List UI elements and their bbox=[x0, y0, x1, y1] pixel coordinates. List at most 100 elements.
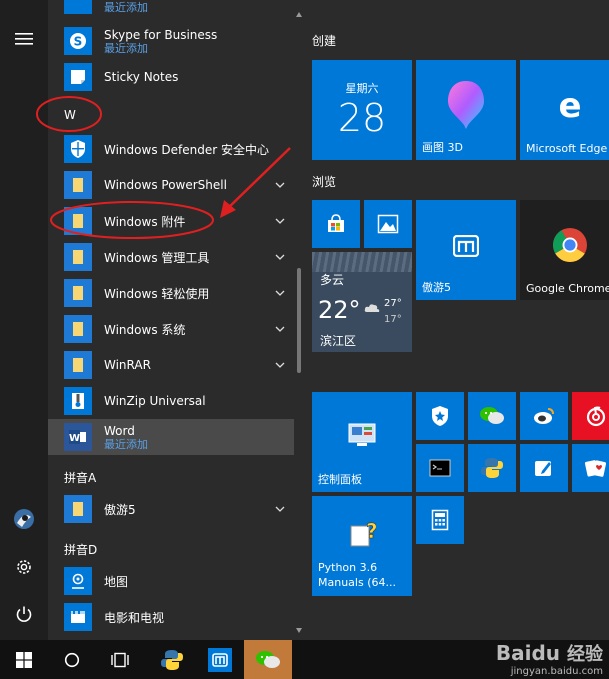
section-header-pinyin-a[interactable]: 拼音A bbox=[64, 469, 96, 486]
app-item-skype[interactable]: S Skype for Business 最近添加 bbox=[48, 23, 294, 59]
task-view-icon[interactable] bbox=[96, 640, 144, 679]
app-item-partial[interactable]: 最近添加 bbox=[48, 0, 294, 18]
app-item-windows-system[interactable]: Windows 系统 bbox=[48, 311, 294, 347]
chevron-down-icon[interactable] bbox=[274, 179, 286, 191]
wechat-taskbar-icon[interactable] bbox=[244, 640, 292, 679]
winzip-icon bbox=[64, 387, 92, 415]
app-item-sticky-notes[interactable]: Sticky Notes bbox=[48, 59, 294, 95]
wechat-icon bbox=[468, 392, 516, 440]
calendar-day: 28 bbox=[337, 96, 387, 140]
app-item-defender[interactable]: Windows Defender 安全中心 bbox=[48, 131, 294, 167]
tile-control-panel[interactable]: 控制面板 bbox=[312, 392, 412, 492]
group-title-create[interactable]: 创建 bbox=[312, 32, 336, 49]
tile-edge[interactable]: e Microsoft Edge bbox=[520, 60, 609, 160]
app-name: Windows 轻松使用 bbox=[104, 286, 210, 301]
app-list[interactable]: 最近添加 S Skype for Business 最近添加 Sticky No… bbox=[48, 0, 294, 640]
settings-icon[interactable] bbox=[0, 545, 48, 589]
folder-icon bbox=[64, 495, 92, 523]
chevron-down-icon[interactable] bbox=[274, 359, 286, 371]
app-name: Word bbox=[104, 423, 135, 438]
tile-store[interactable] bbox=[312, 200, 360, 248]
app-partial-icon bbox=[64, 0, 92, 14]
app-name: Windows Defender 安全中心 bbox=[104, 142, 269, 157]
tile-calendar[interactable]: 星期六 28 bbox=[312, 60, 412, 160]
scroll-down-icon bbox=[296, 628, 302, 633]
start-rail bbox=[0, 0, 48, 640]
music-icon bbox=[572, 392, 609, 440]
skype-icon: S bbox=[64, 27, 92, 55]
calendar-weekday: 星期六 bbox=[345, 82, 379, 95]
folder-icon bbox=[64, 243, 92, 271]
tile-sketch[interactable] bbox=[520, 444, 568, 492]
tile-calculator[interactable] bbox=[416, 496, 464, 544]
app-item-ease-of-access[interactable]: Windows 轻松使用 bbox=[48, 275, 294, 311]
calculator-icon bbox=[416, 496, 464, 544]
app-name: Skype for Business bbox=[104, 27, 218, 42]
folder-icon bbox=[64, 315, 92, 343]
app-item-admin-tools[interactable]: Windows 管理工具 bbox=[48, 239, 294, 275]
menu-icon[interactable] bbox=[0, 17, 48, 61]
terminal-icon bbox=[416, 444, 464, 492]
windows-start-icon[interactable] bbox=[0, 640, 48, 679]
tile-label: Google Chrome bbox=[526, 282, 609, 295]
weibo-icon bbox=[520, 392, 568, 440]
chevron-down-icon[interactable] bbox=[274, 323, 286, 335]
chevron-down-icon[interactable] bbox=[274, 503, 286, 515]
chevron-down-icon[interactable] bbox=[274, 287, 286, 299]
chevron-down-icon[interactable] bbox=[274, 215, 286, 227]
photos-icon bbox=[364, 200, 412, 248]
tile-cmd[interactable] bbox=[416, 444, 464, 492]
app-name: Windows 管理工具 bbox=[104, 250, 210, 265]
svg-text:S: S bbox=[74, 35, 83, 49]
app-item-powershell[interactable]: Windows PowerShell bbox=[48, 167, 294, 203]
app-item-maps[interactable]: 地图 bbox=[48, 563, 294, 599]
scroll-thumb[interactable] bbox=[297, 268, 301, 373]
svg-text:W: W bbox=[69, 433, 80, 444]
app-item-movies[interactable]: 电影和电视 bbox=[48, 599, 294, 635]
app-item-maxthon[interactable]: 傲游5 bbox=[48, 491, 294, 527]
weather-temp: 22° bbox=[318, 296, 361, 324]
tiles-area: 创建 星期六 28 画图 3D e Microsoft Edge 浏览 傲游5 … bbox=[304, 0, 609, 640]
weather-rain-graphic bbox=[312, 252, 412, 272]
app-sub: 最近添加 bbox=[104, 41, 148, 55]
map-icon bbox=[64, 567, 92, 595]
weather-high: 27° bbox=[384, 298, 402, 309]
python-taskbar-icon[interactable] bbox=[148, 640, 196, 679]
tile-chrome[interactable]: Google Chrome bbox=[520, 200, 609, 300]
section-header-w[interactable]: W bbox=[64, 108, 76, 122]
tile-paint3d[interactable]: 画图 3D bbox=[416, 60, 516, 160]
search-circle-icon[interactable] bbox=[48, 640, 96, 679]
app-item-winrar[interactable]: WinRAR bbox=[48, 347, 294, 383]
tile-photos[interactable] bbox=[364, 200, 412, 248]
tile-weather[interactable]: 多云 22° 27° 17° 滨江区 bbox=[312, 252, 412, 352]
tile-netease-music[interactable] bbox=[572, 392, 609, 440]
tile-baidu-guard[interactable] bbox=[416, 392, 464, 440]
app-item-windows-accessories[interactable]: Windows 附件 bbox=[48, 203, 294, 239]
tile-maxthon[interactable]: 傲游5 bbox=[416, 200, 516, 300]
tile-solitaire[interactable] bbox=[572, 444, 609, 492]
app-name: Windows PowerShell bbox=[104, 178, 227, 192]
tile-wechat[interactable] bbox=[468, 392, 516, 440]
app-name: 傲游5 bbox=[104, 502, 136, 517]
tile-python-manuals[interactable]: ? Python 3.6 Manuals (64... bbox=[312, 496, 412, 596]
group-title-browse[interactable]: 浏览 bbox=[312, 173, 336, 190]
app-sub: 最近添加 bbox=[104, 437, 148, 451]
app-item-word[interactable]: W Word 最近添加 bbox=[48, 419, 294, 455]
app-name: WinZip Universal bbox=[104, 394, 206, 408]
scroll-up-icon bbox=[296, 12, 302, 17]
tile-python[interactable] bbox=[468, 444, 516, 492]
user-avatar[interactable] bbox=[0, 497, 48, 541]
chevron-down-icon[interactable] bbox=[274, 251, 286, 263]
app-item-winzip[interactable]: WinZip Universal bbox=[48, 383, 294, 419]
weather-low: 17° bbox=[384, 314, 402, 325]
tile-weibo[interactable] bbox=[520, 392, 568, 440]
app-name: 电影和电视 bbox=[104, 610, 165, 625]
section-header-pinyin-d[interactable]: 拼音D bbox=[64, 541, 97, 558]
word-icon: W bbox=[64, 423, 92, 451]
power-icon[interactable] bbox=[0, 592, 48, 636]
maxthon-taskbar-icon[interactable] bbox=[196, 640, 244, 679]
app-list-scrollbar[interactable] bbox=[294, 0, 304, 640]
cloud-icon bbox=[364, 298, 380, 312]
watermark-site: jingyan.baidu.com bbox=[510, 666, 603, 677]
baidu-logo: Baidu 经验 bbox=[495, 641, 603, 665]
